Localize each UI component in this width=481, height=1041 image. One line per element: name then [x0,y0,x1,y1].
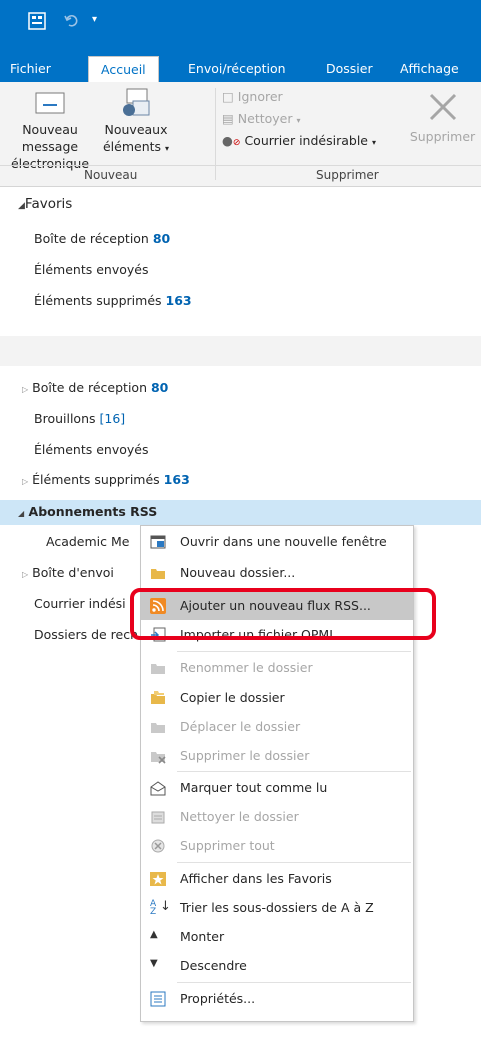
triangle-down-icon: ▼ [150,958,158,969]
group-label-new: Nouveau [84,168,138,182]
new-items-icon [119,86,153,120]
delete-x-icon [428,92,458,122]
new-mail-button[interactable]: Nouveau message électronique [0,88,100,172]
tab-file[interactable]: Fichier [8,56,53,82]
tab-folder[interactable]: Dossier [324,56,375,82]
menu-sort-subfolders[interactable]: AZ ↓ Trier les sous-dossiers de A à Z [141,894,413,922]
clean-button[interactable]: ▤ Nettoyer ▾ [222,110,301,129]
envelope-icon [33,88,67,118]
folder-junk[interactable]: Courrier indési [34,596,126,611]
menu-rename-folder[interactable]: Renommer le dossier [141,654,413,682]
menu-separator [177,862,411,863]
menu-separator [177,651,411,652]
move-folder-icon [150,719,166,735]
outlook-app-icon [28,12,46,34]
fav-sent[interactable]: Éléments envoyés [34,262,149,277]
tab-home[interactable]: Accueil [88,56,159,84]
favorites-header[interactable]: ◢Favoris [18,196,72,212]
rename-icon [150,660,166,676]
expand-triangle-icon[interactable]: ▷ [22,385,28,394]
expand-triangle-icon[interactable]: ▷ [22,477,28,486]
ribbon-tabs: Fichier Accueil Envoi/réception Dossier … [0,56,481,84]
folder-deleted[interactable]: ▷ Éléments supprimés 163 [22,472,190,487]
folder-search[interactable]: Dossiers de rech [34,627,138,642]
ribbon-group-line [0,165,481,166]
junk-icon: ●⊘ [222,133,241,148]
collapse-triangle-icon: ◢ [18,201,25,211]
tab-send-receive[interactable]: Envoi/réception [186,56,288,82]
menu-mark-all-read[interactable]: Marquer tout comme lu [141,774,413,802]
menu-separator [177,771,411,772]
menu-separator [177,982,411,983]
ribbon-separator [215,88,216,180]
delete-button[interactable]: Supprimer [404,92,481,145]
title-bar: ▾ [0,0,481,56]
highlight-annotation [130,588,436,640]
folder-sent[interactable]: Éléments envoyés [34,442,149,457]
delete-folder-icon [150,748,166,764]
folder-outbox[interactable]: ▷ Boîte d'envoi [22,565,114,580]
customize-toolbar-icon[interactable]: ▾ [92,14,97,25]
tab-view[interactable]: Affichage [398,56,461,82]
clean-icon: ▤ [222,111,234,126]
delete-all-icon [150,838,166,854]
menu-clean-folder[interactable]: Nettoyer le dossier [141,803,413,831]
menu-copy-folder[interactable]: Copier le dossier [141,684,413,712]
dropdown-arrow-icon: ▾ [296,116,301,125]
dropdown-arrow-icon: ▾ [371,138,376,147]
menu-show-in-favorites[interactable]: Afficher dans les Favoris [141,865,413,893]
group-label-delete: Supprimer [316,168,379,182]
open-envelope-icon [150,780,166,796]
menu-delete-folder[interactable]: Supprimer le dossier [141,742,413,770]
dropdown-arrow-icon: ▾ [165,144,170,153]
expand-triangle-icon[interactable]: ▷ [22,570,28,579]
account-header[interactable] [0,336,481,366]
triangle-up-icon: ▲ [150,929,158,940]
menu-delete-all[interactable]: Supprimer tout [141,832,413,860]
folder-icon [150,565,166,581]
sort-arrow-icon: ↓ [160,899,171,914]
clean-icon [150,809,166,825]
menu-properties[interactable]: Propriétés... [141,985,413,1013]
new-items-button[interactable]: Nouveaux éléments ▾ [102,86,170,157]
undo-icon[interactable] [64,13,78,31]
menu-move-down[interactable]: ▼ Descendre [141,952,413,980]
menu-new-folder[interactable]: Nouveau dossier... [141,559,413,587]
menu-move-folder[interactable]: Déplacer le dossier [141,713,413,741]
fav-inbox[interactable]: Boîte de réception 80 [34,231,170,246]
menu-open-new-window[interactable]: Ouvrir dans une nouvelle fenêtre [141,528,413,556]
folder-drafts[interactable]: Brouillons [16] [34,411,125,426]
collapse-triangle-icon: ◢ [18,509,25,518]
ignore-icon: □ [222,89,234,104]
fav-deleted[interactable]: Éléments supprimés 163 [34,293,192,308]
properties-icon [150,991,166,1007]
favorites-star-icon [150,871,166,887]
folder-inbox[interactable]: ▷ Boîte de réception 80 [22,380,168,395]
folder-rss-selected[interactable]: ◢ Abonnements RSS [0,500,481,525]
copy-folder-icon [150,690,166,706]
ribbon: Nouveau message électronique Nouveaux él… [0,82,481,187]
new-window-icon [150,534,166,550]
ignore-button[interactable]: □ Ignorer [222,88,283,105]
menu-move-up[interactable]: ▲ Monter [141,923,413,951]
folder-academic[interactable]: Academic Me [46,534,129,549]
junk-button[interactable]: ●⊘ Courrier indésirable ▾ [222,132,376,152]
